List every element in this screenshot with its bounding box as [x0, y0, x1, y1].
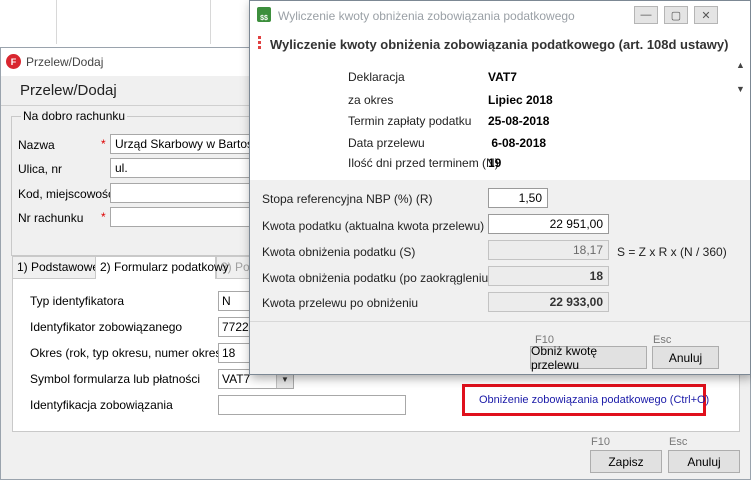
street-label: Ulica, nr: [18, 162, 63, 176]
background-line: [56, 0, 57, 44]
tax-reduction-link[interactable]: Obniżenie zobowiązania podatkowego (Ctrl…: [479, 394, 709, 406]
postal-label: Kod, miejscowość: [18, 187, 115, 201]
tab-tax-form[interactable]: 2) Formularz podatkowy: [95, 256, 229, 279]
period-label: za okres: [348, 93, 394, 107]
cancel-shortcut-hint: Esc: [669, 436, 688, 448]
account-label: Nr rachunku: [18, 211, 84, 225]
after-reduction-field: 22 933,00: [488, 292, 609, 312]
save-shortcut-hint: F10: [591, 436, 610, 448]
drag-handle-icon: [258, 36, 261, 50]
period-label: Okres (rok, typ okresu, numer okresu): [30, 346, 233, 360]
reduce-transfer-button[interactable]: Obniż kwotę przelewu: [530, 344, 647, 372]
form-symbol-value: VAT7: [222, 372, 251, 386]
declaration-value: VAT7: [488, 70, 517, 84]
days-before-label: Ilość dni przed terminem (N): [348, 156, 499, 170]
period-field[interactable]: 18: [218, 343, 250, 363]
tab-basic[interactable]: 1) Podstawowe: [12, 256, 99, 278]
rate-field[interactable]: 1,50: [488, 188, 548, 208]
dialog-heading: Wyliczenie kwoty obniżenia zobowiązania …: [270, 37, 729, 52]
reduction-label: Kwota obniżenia podatku (S): [262, 245, 416, 259]
dialog-titlebar: $$ Wyliczenie kwoty obniżenia zobowiązan…: [250, 1, 750, 30]
tax-amount-label: Kwota podatku (aktualna kwota przelewu) …: [262, 219, 503, 233]
obligation-id-label: Identyfikacja zobowiązania: [30, 398, 173, 412]
save-button[interactable]: Zapisz: [590, 450, 662, 473]
after-reduction-label: Kwota przelewu po obniżeniu: [262, 296, 419, 310]
scroll-up-icon[interactable]: ▲: [736, 60, 745, 70]
scroll-down-icon[interactable]: ▼: [736, 84, 745, 94]
obligation-id-field[interactable]: [218, 395, 406, 415]
recipient-name-field[interactable]: Urząd Skarbowy w Bartoszyc: [110, 134, 258, 154]
reduction-link-highlight: Obniżenie zobowiązania podatkowego (Ctrl…: [462, 384, 709, 416]
required-mark: *: [101, 137, 106, 151]
declaration-label: Deklaracja: [348, 70, 405, 84]
calculator-icon: $$: [257, 7, 271, 22]
divider: [250, 321, 750, 322]
tax-reduction-dialog: $$ Wyliczenie kwoty obniżenia zobowiązan…: [249, 0, 751, 375]
name-label: Nazwa: [18, 138, 55, 152]
obligor-id-label: Identyfikator zobowiązanego: [30, 320, 183, 334]
transfer-date-value: 6-08-2018: [488, 136, 547, 150]
account-number-field[interactable]: [110, 207, 258, 227]
dialog-cancel-button[interactable]: Anuluj: [652, 346, 719, 369]
window-title: Przelew/Dodaj: [26, 55, 104, 69]
payment-deadline-label: Termin zapłaty podatku: [348, 114, 472, 128]
cancel-shortcut-hint: Esc: [653, 334, 672, 346]
period-value: Lipiec 2018: [488, 93, 553, 107]
required-mark: *: [101, 210, 106, 224]
recipient-group: Na dobro rachunku Nazwa * Urząd Skarbowy…: [11, 109, 258, 256]
group-caption: Na dobro rachunku: [21, 109, 128, 123]
dialog-title: Wyliczenie kwoty obniżenia zobowiązania …: [278, 9, 575, 23]
days-before-value: 19: [488, 156, 502, 170]
id-type-label: Typ identyfikatora: [30, 294, 125, 308]
id-type-select[interactable]: N: [218, 291, 250, 311]
payment-deadline-value: 25-08-2018: [488, 114, 550, 128]
transfer-date-label: Data przelewu: [348, 136, 425, 150]
tax-amount-field[interactable]: 22 951,00: [488, 214, 609, 234]
maximize-button[interactable]: ▢: [664, 6, 688, 24]
reduction-rounded-label: Kwota obniżenia podatku (po zaokrągleniu…: [262, 271, 493, 285]
obligor-id-field[interactable]: 77224: [218, 317, 250, 337]
app-logo-icon: F: [6, 54, 21, 69]
formula-text: S = Z x R x (N / 360): [617, 245, 727, 259]
rate-label: Stopa referencyjna NBP (%) (R): [262, 192, 433, 206]
form-symbol-label: Symbol formularza lub płatności: [30, 372, 201, 386]
dialog-header: Wyliczenie kwoty obniżenia zobowiązania …: [250, 30, 750, 180]
reduction-field: 18,17: [488, 240, 609, 260]
background-line: [210, 0, 211, 44]
page-title: Przelew/Dodaj: [20, 82, 117, 99]
close-button[interactable]: ✕: [694, 6, 718, 24]
cancel-button[interactable]: Anuluj: [668, 450, 740, 473]
minimize-button[interactable]: —: [634, 6, 658, 24]
reduction-rounded-field: 18: [488, 266, 609, 286]
street-field[interactable]: ul.: [110, 158, 258, 178]
postal-city-field[interactable]: [110, 183, 258, 203]
